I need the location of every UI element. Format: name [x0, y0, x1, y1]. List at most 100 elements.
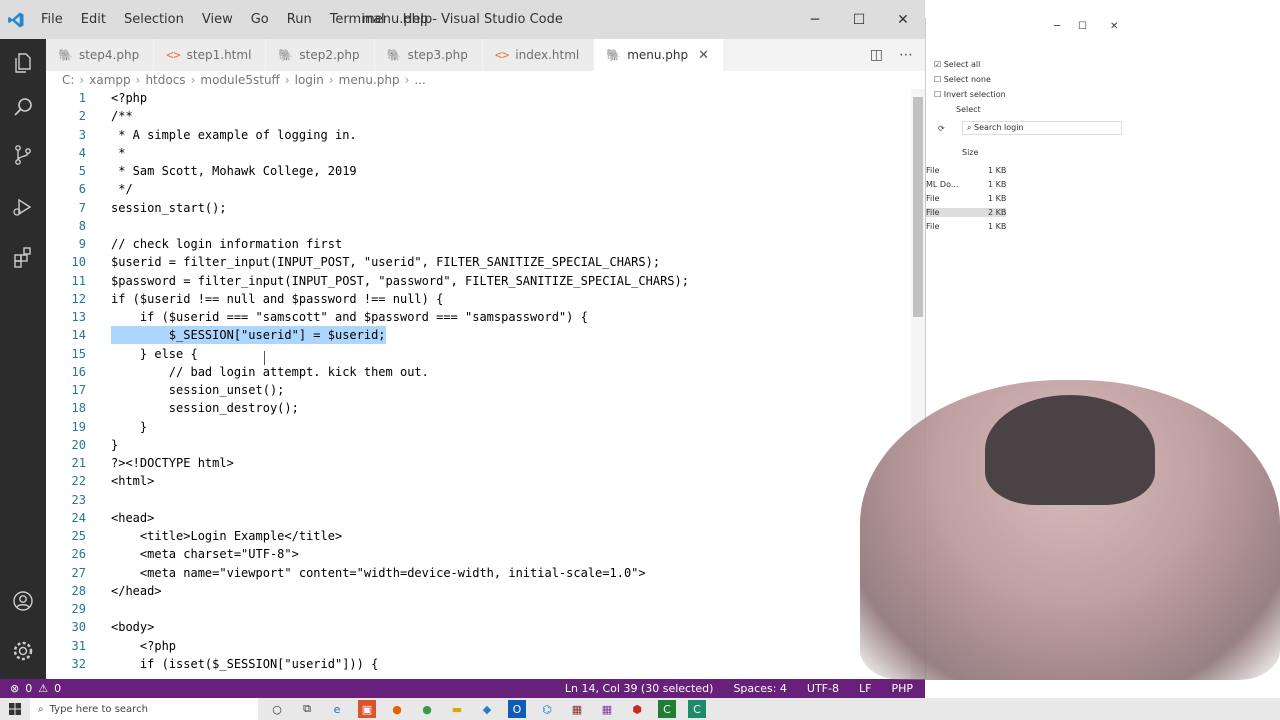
line-ending[interactable]: LF: [859, 682, 871, 695]
breadcrumb-item[interactable]: menu.php: [339, 73, 400, 87]
breadcrumb-item[interactable]: module5stuff: [200, 73, 279, 87]
explorer-icon[interactable]: [0, 41, 46, 85]
language-mode[interactable]: PHP: [891, 682, 913, 695]
app-maroon-icon[interactable]: ▦: [568, 700, 586, 718]
tab-step4-php[interactable]: 🐘 step4.php: [46, 39, 155, 71]
explorer-search-box[interactable]: ⌕ Search login: [962, 121, 1122, 135]
encoding[interactable]: UTF-8: [807, 682, 839, 695]
code-line[interactable]: 22 <html>: [46, 472, 912, 490]
settings-gear-icon[interactable]: [0, 629, 46, 673]
explorer-row-type[interactable]: File: [926, 194, 939, 203]
firefox-icon[interactable]: ●: [388, 700, 406, 718]
code-line[interactable]: 7 session_start();: [46, 199, 912, 217]
code-line[interactable]: 14 $_SESSION["userid"] = $userid;: [46, 326, 912, 345]
windows-start-icon[interactable]: [0, 703, 30, 715]
acrobat-icon[interactable]: ⬢: [628, 700, 646, 718]
app-teal-icon[interactable]: C: [688, 700, 706, 718]
search-icon[interactable]: [0, 85, 46, 129]
invert-selection-button[interactable]: ☐ Invert selection: [934, 90, 1006, 99]
code-line[interactable]: 15 } else {: [46, 345, 912, 363]
code-line[interactable]: 26 <meta charset="UTF-8">: [46, 545, 912, 563]
code-line[interactable]: 4 *: [46, 144, 912, 162]
app-blue-icon[interactable]: ◆: [478, 700, 496, 718]
explorer-close-icon[interactable]: ✕: [1110, 21, 1118, 32]
problems-indicator[interactable]: ⊗ 0 ⚠ 0: [0, 682, 61, 695]
code-line[interactable]: 20}: [46, 436, 912, 454]
breadcrumb-item[interactable]: htdocs: [145, 73, 185, 87]
menu-item-terminal[interactable]: Terminal: [321, 0, 394, 39]
taskbar-search[interactable]: ⌕ Type here to search: [30, 698, 258, 720]
app-green-icon[interactable]: C: [658, 700, 676, 718]
code-line[interactable]: 23: [46, 491, 912, 509]
code-line[interactable]: 25 <title>Login Example</title>: [46, 527, 912, 545]
breadcrumb-item[interactable]: login: [295, 73, 324, 87]
code-line[interactable]: 3 * A simple example of logging in.: [46, 126, 912, 144]
code-line[interactable]: 13 if ($userid === "samscott" and $passw…: [46, 308, 912, 326]
code-line[interactable]: 32 if (isset($_SESSION["userid"])) {: [46, 655, 912, 673]
close-tab-icon[interactable]: ✕: [698, 48, 709, 63]
code-line[interactable]: 8: [46, 217, 912, 235]
code-line[interactable]: 19 }: [46, 418, 912, 436]
account-icon[interactable]: [0, 579, 46, 623]
app-purple-icon[interactable]: ▦: [598, 700, 616, 718]
close-window-icon[interactable]: ✕: [881, 0, 925, 39]
select-all-button[interactable]: ☑ Select all: [934, 60, 980, 69]
menu-item-selection[interactable]: Selection: [115, 0, 193, 39]
run-debug-icon[interactable]: [0, 185, 46, 229]
menu-item-go[interactable]: Go: [242, 0, 278, 39]
code-line[interactable]: 29: [46, 600, 912, 618]
tab-step3-php[interactable]: 🐘 step3.php: [374, 39, 483, 71]
menu-item-file[interactable]: File: [32, 0, 72, 39]
more-actions-icon[interactable]: ⋯: [899, 47, 913, 63]
chrome-icon[interactable]: ●: [418, 700, 436, 718]
explorer-row-type[interactable]: File: [926, 222, 939, 231]
minimize-icon[interactable]: ─: [793, 0, 837, 39]
select-none-button[interactable]: ☐ Select none: [934, 75, 991, 84]
cortana-icon[interactable]: ○: [268, 700, 286, 718]
code-line[interactable]: 6 */: [46, 180, 912, 198]
explorer-maximize-icon[interactable]: ☐: [1078, 21, 1087, 32]
scrollbar-thumb[interactable]: [913, 97, 923, 317]
code-line[interactable]: 12 if ($userid !== null and $password !==…: [46, 290, 912, 308]
task-view-icon[interactable]: ⧉: [298, 700, 316, 718]
breadcrumb-item[interactable]: xampp: [89, 73, 130, 87]
indentation[interactable]: Spaces: 4: [733, 682, 786, 695]
vscode-taskbar-icon[interactable]: ⌬: [538, 700, 556, 718]
code-line[interactable]: 2 /**: [46, 107, 912, 125]
source-control-icon[interactable]: [0, 133, 46, 177]
code-line[interactable]: 30 <body>: [46, 618, 912, 636]
menu-item-help[interactable]: Help: [394, 0, 442, 39]
code-line[interactable]: 9 // check login information first: [46, 235, 912, 253]
code-line[interactable]: 17 session_unset();: [46, 381, 912, 399]
menu-item-run[interactable]: Run: [278, 0, 321, 39]
code-line[interactable]: 18 session_destroy();: [46, 399, 912, 417]
outlook-icon[interactable]: O: [508, 700, 526, 718]
tab-menu-php[interactable]: 🐘 menu.php ✕: [594, 39, 725, 71]
code-line[interactable]: 1 <?php: [46, 89, 912, 107]
tab-step2-php[interactable]: 🐘 step2.php: [266, 39, 375, 71]
refresh-icon[interactable]: ⟳: [938, 124, 945, 133]
extensions-icon[interactable]: [0, 235, 46, 279]
code-line[interactable]: 31 <?php: [46, 637, 912, 655]
code-editor[interactable]: 1 <?php 2 /** 3 * A simple example of loggin…: [46, 89, 912, 679]
breadcrumb-item[interactable]: C:: [62, 73, 74, 87]
tab-step1-html[interactable]: <> step1.html: [154, 39, 267, 71]
menu-item-view[interactable]: View: [193, 0, 242, 39]
code-line[interactable]: 24 <head>: [46, 509, 912, 527]
code-line[interactable]: 5 * Sam Scott, Mohawk College, 2019: [46, 162, 912, 180]
code-line[interactable]: 11 $password = filter_input(INPUT_POST, "…: [46, 272, 912, 290]
size-column-header[interactable]: Size: [962, 148, 978, 157]
code-line[interactable]: 27 <meta name="viewport" content="width=…: [46, 564, 912, 582]
file-explorer-icon[interactable]: ▬: [448, 700, 466, 718]
menu-item-edit[interactable]: Edit: [72, 0, 115, 39]
cursor-position[interactable]: Ln 14, Col 39 (30 selected): [565, 682, 714, 695]
code-line[interactable]: 10 $userid = filter_input(INPUT_POST, "us…: [46, 253, 912, 271]
explorer-row-type[interactable]: ML Do...: [926, 180, 958, 189]
maximize-icon[interactable]: ☐: [837, 0, 881, 39]
split-editor-icon[interactable]: ◫: [870, 47, 883, 63]
explorer-minimize-icon[interactable]: ─: [1054, 21, 1060, 32]
app-orange-icon[interactable]: ▣: [358, 700, 376, 718]
explorer-row-type[interactable]: File: [926, 166, 939, 175]
breadcrumb-item[interactable]: ...: [414, 73, 425, 87]
code-line[interactable]: 16 // bad login attempt. kick them out.: [46, 363, 912, 381]
